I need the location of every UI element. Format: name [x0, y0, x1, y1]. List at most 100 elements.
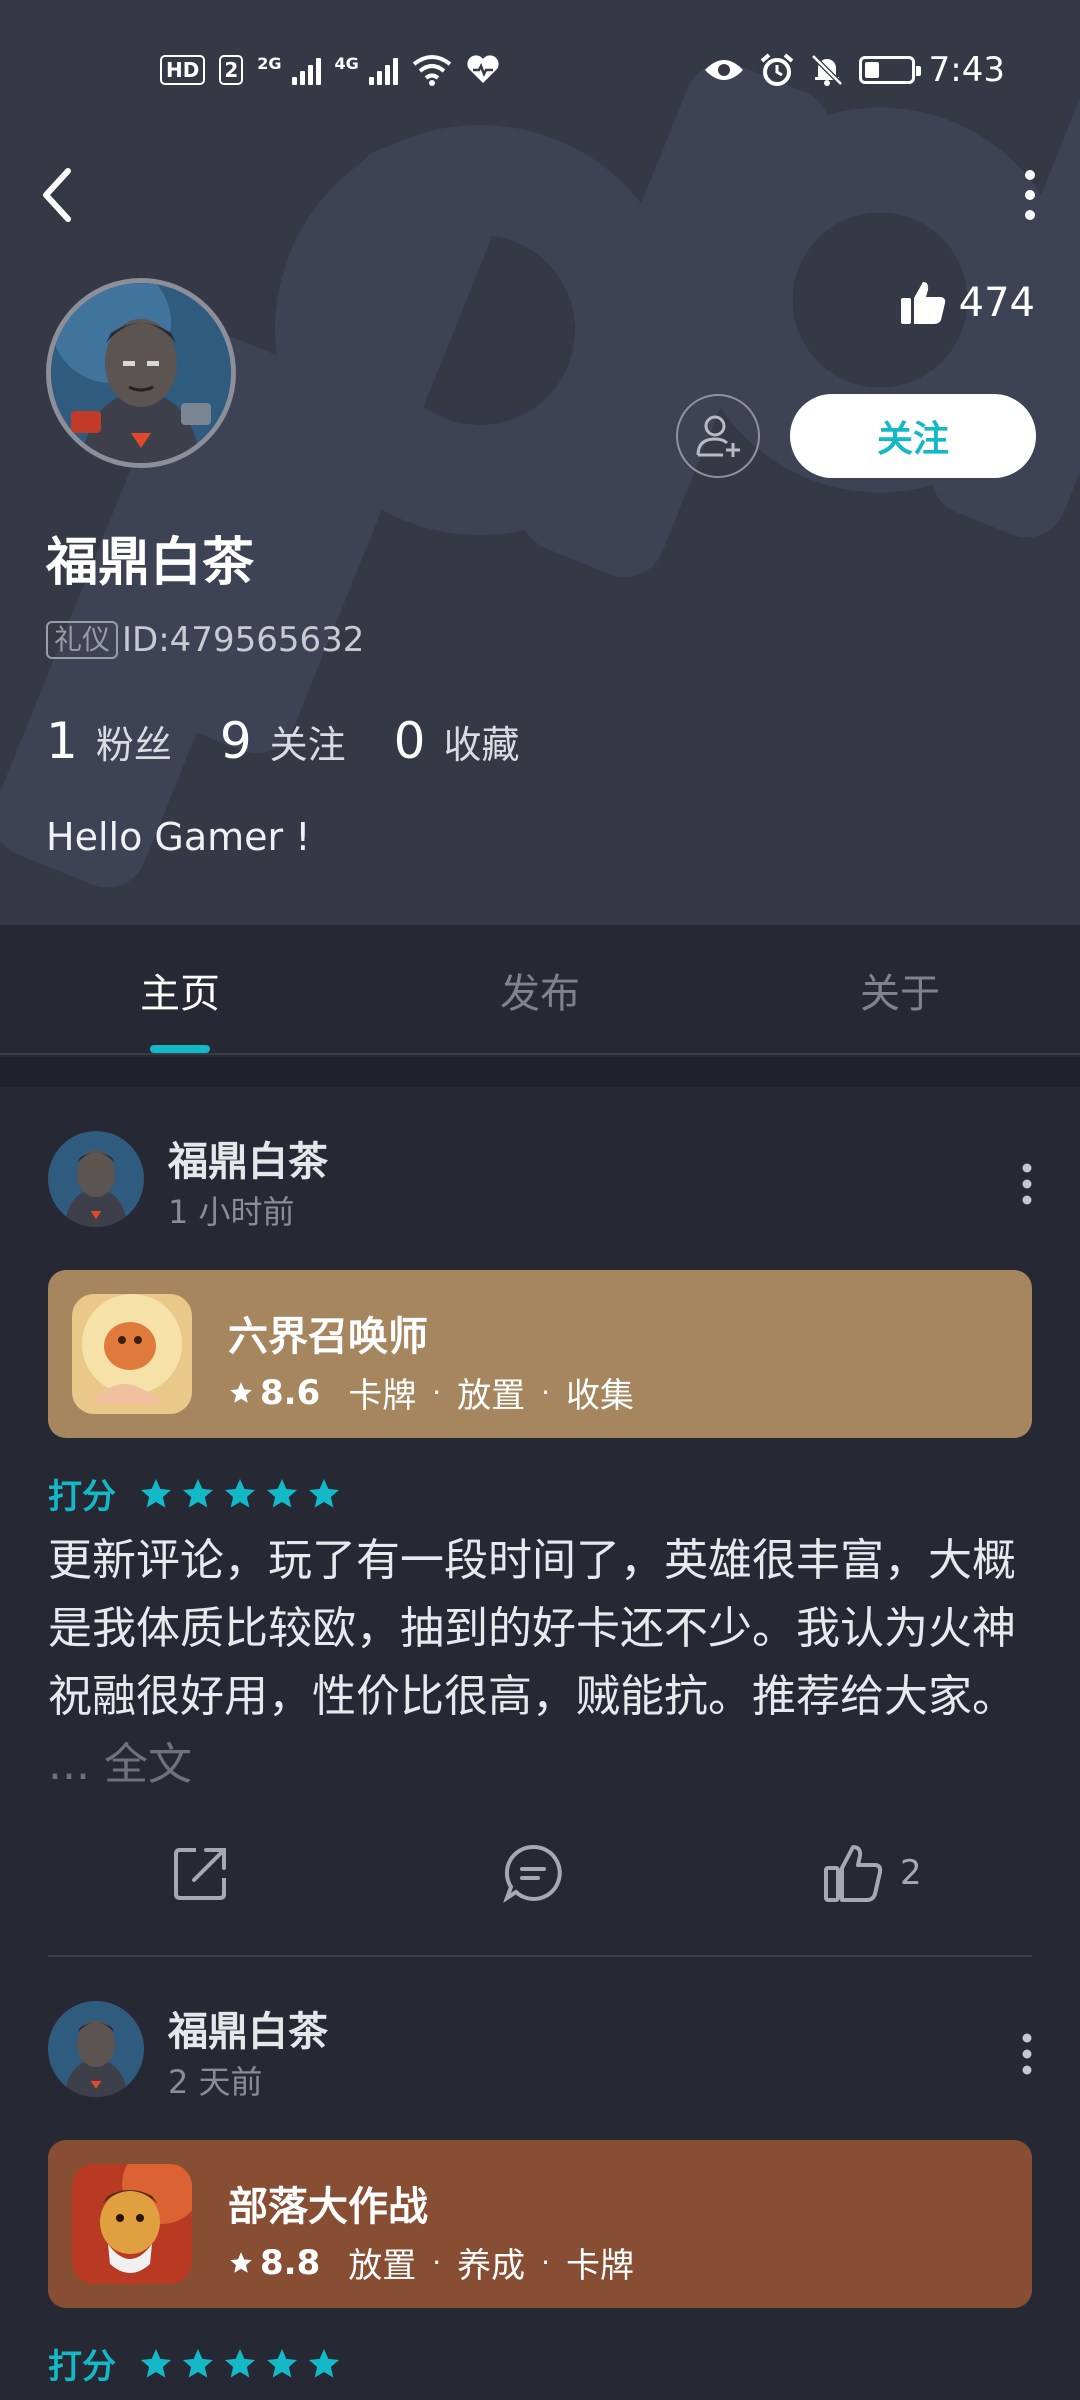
star-icon [225, 2348, 255, 2377]
game-icon-image [72, 2164, 192, 2284]
profile-bio: Hello Gamer ! [46, 815, 311, 859]
game-tag: 养成 [457, 2246, 526, 2286]
feed-post: 福鼎白茶 2 天前 部落大作战 8.8 放置 · 养成 · 卡牌 打分 [0, 1957, 1080, 2400]
back-button[interactable] [40, 160, 90, 230]
wifi-icon [412, 55, 452, 86]
tab-home[interactable]: 主页 [80, 925, 280, 1055]
game-tag: 放置 [348, 2246, 417, 2286]
signal-2-icon [368, 55, 398, 85]
game-card[interactable]: 六界召唤师 8.6 卡牌 · 放置 · 收集 [48, 1270, 1032, 1438]
more-vertical-icon [1022, 1163, 1032, 1205]
stat-favorites[interactable]: 0 收藏 [394, 712, 520, 770]
star-icon [267, 2348, 297, 2377]
network-type-1: 2G [257, 54, 282, 73]
tag-separator: · [432, 1376, 442, 1409]
stat-followers[interactable]: 1 粉丝 [46, 712, 172, 770]
hd-indicator: HD [160, 55, 206, 85]
eye-icon [704, 60, 743, 80]
sim-indicator: 2 [219, 55, 244, 85]
post-body[interactable]: 更新评论，玩了有一段时间了，英雄很丰富，大概是我体质比较欧，抽到的好卡还不少。我… [48, 1527, 1038, 1799]
likes-count: 474 [958, 280, 1035, 326]
profile-tabs: 主页 发布 关于 [0, 925, 1080, 1055]
rating-label: 打分 [48, 2347, 116, 2387]
game-tag: 放置 [457, 1376, 526, 1416]
post-author-avatar[interactable] [48, 1131, 144, 1227]
title-badge[interactable]: 礼仪 [46, 621, 119, 659]
star-icon [225, 1478, 255, 1507]
post-author-name[interactable]: 福鼎白茶 [168, 1129, 328, 1187]
star-icon [309, 2348, 339, 2377]
rating-row: 打分 [48, 2339, 342, 2388]
stat-favorites-label: 收藏 [443, 723, 520, 767]
profile-header: HD 2 2G 4G 7:43 474 关注 福鼎白茶 礼仪 ID:479565… [0, 0, 1080, 925]
game-meta: 8.6 卡牌 · 放置 · 收集 [228, 1368, 634, 1417]
star-icon [183, 1478, 213, 1507]
status-right: 7:43 [703, 50, 1005, 90]
game-score: 8.8 [260, 2242, 321, 2283]
profile-id-row: 礼仪 ID:479565632 [46, 620, 364, 660]
rating-row: 打分 [48, 1469, 342, 1518]
post-author-avatar[interactable] [48, 2001, 144, 2097]
game-tag: 卡牌 [348, 1376, 417, 1416]
clock: 7:43 [928, 50, 1005, 90]
status-bar: HD 2 2G 4G 7:43 [0, 0, 1080, 140]
mute-bell-icon [810, 54, 843, 86]
post-more-button[interactable] [1012, 1159, 1042, 1209]
game-score: 8.6 [260, 1372, 321, 1413]
add-friend-button[interactable] [676, 394, 760, 478]
star-icon [141, 2348, 171, 2377]
star-icon [183, 2348, 213, 2377]
feed-post: 福鼎白茶 1 小时前 六界召唤师 8.6 卡牌 · 放置 · 收集 打分 更新评… [0, 1087, 1080, 1957]
avatar-image [51, 283, 231, 463]
follow-button[interactable]: 关注 [790, 394, 1036, 478]
avatar-image [48, 1131, 144, 1227]
like-button[interactable]: 2 [822, 1842, 922, 1904]
post-timestamp: 2 天前 [168, 2063, 263, 2101]
stat-following[interactable]: 9 关注 [220, 712, 346, 770]
signal-1-icon [291, 55, 321, 85]
network-type-2: 4G [334, 54, 359, 73]
comment-button[interactable] [502, 1842, 564, 1904]
comment-icon [503, 1844, 562, 1904]
stat-following-value: 9 [219, 712, 252, 770]
avatar-image [48, 2001, 144, 2097]
game-tag: 收集 [566, 1376, 635, 1416]
header-more-button[interactable] [1010, 165, 1050, 225]
game-card[interactable]: 部落大作战 8.8 放置 · 养成 · 卡牌 [48, 2140, 1032, 2308]
post-author-name[interactable]: 福鼎白茶 [168, 1999, 328, 2057]
active-tab-indicator [150, 1045, 210, 1053]
tab-about[interactable]: 关于 [800, 925, 1000, 1055]
add-user-icon [696, 415, 740, 457]
thumbs-up-icon [824, 1845, 883, 1902]
tag-separator: · [432, 2246, 442, 2279]
read-more-link[interactable]: ... 全文 [48, 1739, 192, 1790]
likes-counter[interactable]: 474 [899, 280, 1035, 326]
alarm-icon [760, 53, 793, 86]
game-icon-image [72, 1294, 192, 1414]
post-timestamp: 1 小时前 [168, 1193, 295, 1231]
thumbs-up-filled-icon [900, 282, 945, 324]
tag-separator: · [541, 1376, 551, 1409]
battery-icon [858, 56, 921, 84]
post-more-button[interactable] [1012, 2029, 1042, 2079]
profile-name: 福鼎白茶 [46, 533, 255, 593]
back-arrow-icon [43, 168, 71, 222]
profile-stats: 1 粉丝 9 关注 0 收藏 [46, 712, 567, 770]
user-id: ID:479565632 [122, 620, 365, 660]
section-gap [0, 1057, 1080, 1087]
star-icon [309, 1478, 339, 1507]
stat-favorites-value: 0 [393, 712, 426, 770]
more-vertical-icon [1022, 2033, 1032, 2075]
profile-avatar[interactable] [46, 278, 236, 468]
status-left: HD 2 2G 4G [160, 54, 500, 86]
more-vertical-icon [1025, 170, 1035, 220]
health-heart-icon [467, 55, 499, 83]
stat-followers-value: 1 [46, 712, 78, 770]
game-meta: 8.8 放置 · 养成 · 卡牌 [228, 2238, 634, 2287]
stat-following-label: 关注 [269, 723, 346, 767]
game-title: 六界召唤师 [228, 1314, 428, 1360]
share-button[interactable] [170, 1842, 232, 1904]
profile-screen: HD 2 2G 4G 7:43 474 关注 福鼎白茶 礼仪 ID:479565… [0, 0, 1080, 2400]
tab-posts[interactable]: 发布 [440, 925, 640, 1055]
star-icon [230, 1381, 252, 1403]
